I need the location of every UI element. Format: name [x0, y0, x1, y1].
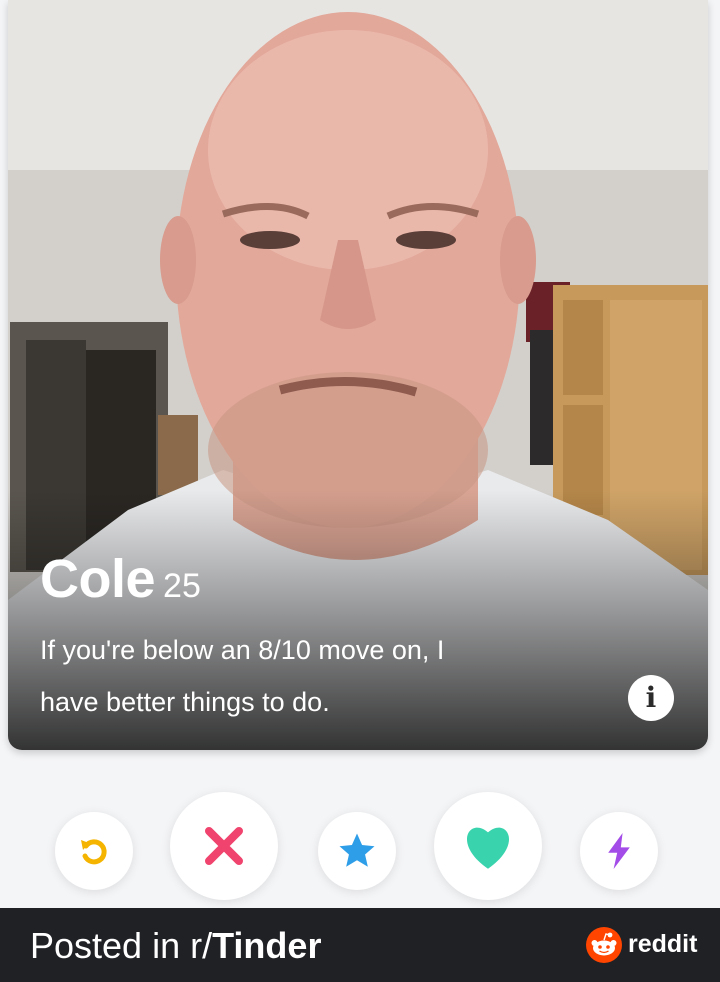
rewind-icon [81, 839, 107, 865]
bio-line-1: If you're below an 8/10 move on, I [40, 635, 445, 665]
lightning-icon [608, 833, 630, 869]
star-icon [339, 833, 375, 867]
info-icon[interactable]: i [628, 675, 674, 721]
bio-line-2: have better things to do. [40, 687, 330, 717]
super-like-button[interactable] [318, 812, 396, 890]
profile-card[interactable]: Cole 25 If you're below an 8/10 move on, … [8, 0, 708, 750]
reddit-logo-icon [586, 927, 622, 963]
rewind-button[interactable] [55, 812, 133, 890]
tinder-screen: Cole 25 If you're below an 8/10 move on, … [0, 0, 720, 908]
x-icon [205, 827, 243, 865]
posted-prefix: Posted in r/ [30, 925, 213, 966]
reddit-wordmark: reddit [628, 930, 698, 958]
like-button[interactable] [434, 792, 542, 900]
boost-button[interactable] [580, 812, 658, 890]
action-bar [0, 790, 720, 910]
profile-age: 25 [163, 567, 201, 605]
nope-button[interactable] [170, 792, 278, 900]
profile-name-row: Cole 25 [40, 548, 201, 610]
reddit-footer: Posted in r/Tinder reddit [0, 908, 720, 982]
heart-icon [467, 827, 509, 869]
subreddit-name[interactable]: Tinder [212, 925, 321, 966]
profile-name: Cole [40, 549, 156, 609]
profile-bio: If you're below an 8/10 move on, I have … [40, 624, 600, 728]
posted-in-text: Posted in r/Tinder [30, 925, 321, 967]
